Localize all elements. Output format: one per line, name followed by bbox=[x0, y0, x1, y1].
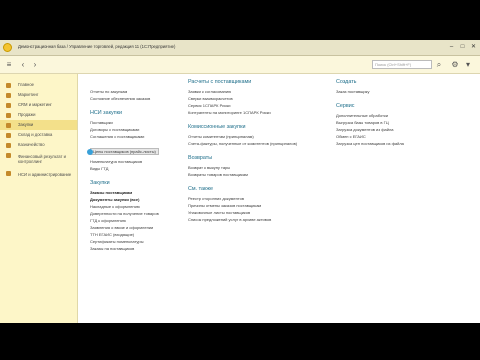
app-window: Демонстрационная база / Управление торго… bbox=[0, 40, 480, 323]
link-supplier-prices[interactable]: Цены поставщиков (прайс-листы) bbox=[87, 147, 159, 155]
link-packing-lists[interactable]: Упаковочные листы поставщиков bbox=[188, 209, 333, 216]
section-title-purchases: Закупки bbox=[90, 180, 110, 186]
gear-icon[interactable]: ⚙ bbox=[450, 60, 460, 70]
link-export-goods[interactable]: Выгрузка базы товаров в ГЦ bbox=[336, 119, 466, 126]
section-title-nsi: НСИ закупки bbox=[90, 110, 123, 116]
toolbar: ≡ ‹ › Поиск (Ctrl+Shift+F) ⌕ ⚙ ▾ bbox=[0, 56, 480, 74]
link-gtd-types[interactable]: Виды ГТД bbox=[90, 165, 190, 172]
back-icon[interactable]: ‹ bbox=[18, 60, 28, 70]
link-supplier-returns[interactable]: Возвраты товаров поставщикам bbox=[188, 171, 333, 178]
section-title-commission: Комиссионные закупки bbox=[188, 124, 246, 130]
sales-icon bbox=[6, 113, 11, 118]
link-supplier-agreements[interactable]: Соглашения с поставщиками bbox=[90, 133, 190, 140]
link-invoices-to-process[interactable]: Накладные к оформлению bbox=[90, 203, 190, 210]
link-service-offers[interactable]: Список предложений услуг в архиве активо… bbox=[188, 216, 333, 223]
finance-icon bbox=[6, 153, 11, 158]
link-requests-approval[interactable]: Заявки к согласованию bbox=[188, 88, 333, 95]
link-container-return[interactable]: Возврат к выкупу тары bbox=[188, 164, 333, 171]
link-additional-processing[interactable]: Дополнительные обработки bbox=[336, 112, 466, 119]
column-1: Отчеты по закупкам Состояние обеспечения… bbox=[87, 88, 190, 252]
sidebar-item-marketing[interactable]: Маркетинг bbox=[0, 90, 77, 100]
chevron-down-icon[interactable]: ▾ bbox=[463, 60, 473, 70]
link-load-documents[interactable]: Загрузка документов из файла bbox=[336, 126, 466, 133]
sidebar-item-warehouse[interactable]: Склад и доставка bbox=[0, 130, 77, 140]
link-egais-exchange[interactable]: Обмен с ЕГАИС bbox=[336, 133, 466, 140]
link-order-status[interactable]: Состояние обеспечения заказов bbox=[90, 95, 190, 102]
close-icon[interactable]: ✕ bbox=[469, 43, 478, 52]
warehouse-icon bbox=[6, 133, 11, 138]
home-icon bbox=[6, 83, 11, 88]
link-import-statements[interactable]: Заявления о ввозе и оформлении bbox=[90, 224, 190, 231]
link-egais-ttn[interactable]: ТТН ЕГАИС (входящие) bbox=[90, 231, 190, 238]
sidebar-item-main[interactable]: Главное bbox=[0, 80, 77, 90]
marketing-icon bbox=[6, 93, 11, 98]
link-powers-of-attorney[interactable]: Доверенности на получение товаров bbox=[90, 210, 190, 217]
sidebar-item-admin[interactable]: НСИ и администрирование bbox=[0, 168, 77, 186]
link-supplier-nomenclature[interactable]: Номенклатура поставщиков bbox=[90, 158, 190, 165]
column-2: Расчеты с поставщиками Заявки к согласов… bbox=[188, 79, 333, 223]
link-create-supplier-order[interactable]: Заказ поставщику bbox=[336, 88, 466, 95]
link-certificates[interactable]: Сертификаты номенклатуры bbox=[90, 238, 190, 245]
treasury-icon bbox=[6, 143, 11, 148]
link-cancel-reasons[interactable]: Причины отмены заказов поставщикам bbox=[188, 202, 333, 209]
search-input[interactable]: Поиск (Ctrl+Shift+F) bbox=[372, 60, 432, 69]
section-title-service: Сервис bbox=[336, 103, 355, 109]
1c-logo-icon bbox=[3, 43, 12, 52]
sidebar: Главное Маркетинг CRM и маркетинг Продаж… bbox=[0, 74, 78, 323]
sidebar-item-finance[interactable]: Финансовый результат и контроллинг bbox=[0, 150, 77, 168]
section-title-returns: Возвраты bbox=[188, 155, 213, 161]
link-spark-monitoring[interactable]: Контрагенты на мониторинге 1СПАРК Риски bbox=[188, 109, 333, 116]
section-title-see-also: См. также bbox=[188, 186, 213, 192]
link-external-docs[interactable]: Реестр сторонних документов bbox=[188, 195, 333, 202]
section-title-settlements: Расчеты с поставщиками bbox=[188, 79, 252, 85]
purchases-icon bbox=[6, 123, 11, 128]
link-supplier-orders[interactable]: Заказы поставщикам bbox=[90, 189, 190, 196]
maximize-icon[interactable]: □ bbox=[458, 43, 467, 52]
minimize-icon[interactable]: – bbox=[447, 43, 456, 52]
sidebar-item-treasury[interactable]: Казначейство bbox=[0, 140, 77, 150]
link-purchase-reports[interactable]: Отчеты по закупкам bbox=[90, 88, 190, 95]
link-purchase-documents[interactable]: Документы закупки (все) bbox=[90, 196, 190, 203]
section-title-create: Создать bbox=[336, 79, 357, 85]
menu-icon[interactable]: ≡ bbox=[4, 60, 14, 70]
crm-icon bbox=[6, 103, 11, 108]
link-reconciliations[interactable]: Сверки взаиморасчетов bbox=[188, 95, 333, 102]
link-suppliers[interactable]: Поставщики bbox=[90, 119, 190, 126]
column-3: Создать Заказ поставщику Сервис Дополнит… bbox=[336, 79, 466, 147]
sidebar-item-crm[interactable]: CRM и маркетинг bbox=[0, 100, 77, 110]
link-committent-invoices[interactable]: Счета-фактуры, полученные от комитентов … bbox=[188, 140, 333, 147]
link-supplier-contracts[interactable]: Договоры с поставщиками bbox=[90, 126, 190, 133]
link-spark-service[interactable]: Сервис 1СПАРК Риски bbox=[188, 102, 333, 109]
link-gtd-to-process[interactable]: ГТД к оформлению bbox=[90, 217, 190, 224]
link-committent-reports[interactable]: Отчеты комитентам (принципалам) bbox=[188, 133, 333, 140]
forward-icon[interactable]: › bbox=[30, 60, 40, 70]
window-title: Демонстрационная база / Управление торго… bbox=[18, 44, 176, 49]
link-supplier-requests[interactable]: Заказы на поставщиков bbox=[90, 245, 190, 252]
link-load-prices[interactable]: Загрузка цен поставщиков из файла bbox=[336, 140, 466, 147]
section-panel: Отчеты по закупкам Состояние обеспечения… bbox=[78, 74, 480, 323]
title-bar: Демонстрационная база / Управление торго… bbox=[0, 40, 480, 56]
admin-icon bbox=[6, 171, 11, 176]
sidebar-item-sales[interactable]: Продажи bbox=[0, 110, 77, 120]
sidebar-item-purchases[interactable]: Закупки bbox=[0, 120, 77, 130]
search-icon[interactable]: ⌕ bbox=[434, 60, 444, 70]
